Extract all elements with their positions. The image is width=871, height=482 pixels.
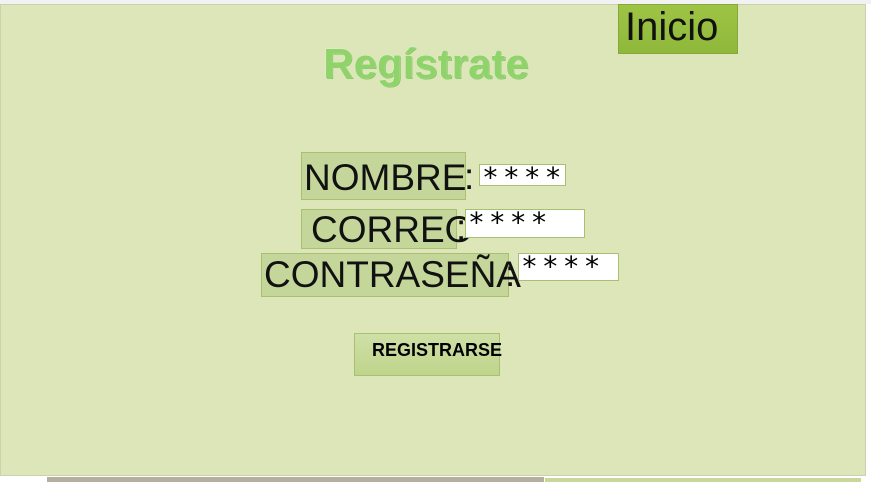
home-link[interactable]: Inicio (618, 4, 738, 54)
email-field[interactable]: **** (465, 209, 585, 238)
password-separator: : (505, 253, 516, 294)
name-label: NOMBRE (301, 152, 466, 200)
name-separator: : (464, 156, 475, 197)
bottom-image-edge (47, 477, 544, 482)
password-label: CONTRASEÑA (261, 253, 521, 297)
password-field[interactable]: **** (518, 253, 619, 281)
email-label: CORREO (301, 209, 473, 250)
bottom-green-edge (545, 478, 861, 482)
page-title: Regístrate (323, 40, 529, 87)
register-button[interactable]: REGISTRARSE (354, 333, 502, 376)
name-field[interactable]: **** (479, 164, 566, 186)
